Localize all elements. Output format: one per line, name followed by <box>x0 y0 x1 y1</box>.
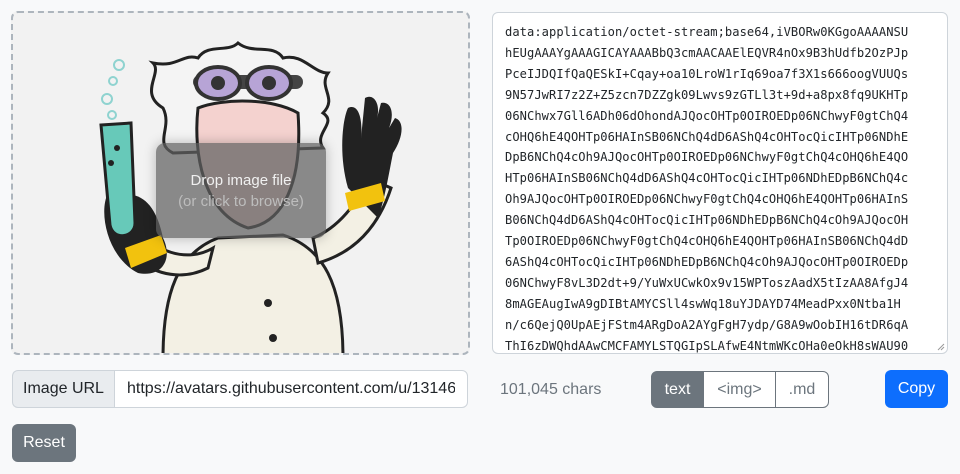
drop-subtitle: (or click to browse) <box>178 192 304 210</box>
resize-grip-icon[interactable] <box>937 343 945 351</box>
image-dropzone[interactable]: Drop image file (or click to browse) <box>11 11 470 355</box>
format-img-button[interactable]: <img> <box>703 371 776 408</box>
base64-output-text: data:application/octet-stream;base64,iVB… <box>505 25 909 353</box>
image-url-label: Image URL <box>12 370 114 408</box>
drop-title: Drop image file <box>190 171 292 189</box>
format-toggle-group: text <img> .md <box>651 371 829 408</box>
format-text-button[interactable]: text <box>651 371 704 408</box>
format-md-button[interactable]: .md <box>775 371 829 408</box>
char-count: 101,045 chars <box>500 381 602 398</box>
reset-button[interactable]: Reset <box>12 424 76 462</box>
copy-button[interactable]: Copy <box>885 370 948 408</box>
drop-overlay[interactable]: Drop image file (or click to browse) <box>156 143 326 238</box>
image-url-group: Image URL <box>12 370 468 408</box>
image-url-input[interactable] <box>114 370 468 408</box>
base64-output-textarea[interactable]: data:application/octet-stream;base64,iVB… <box>492 12 948 354</box>
